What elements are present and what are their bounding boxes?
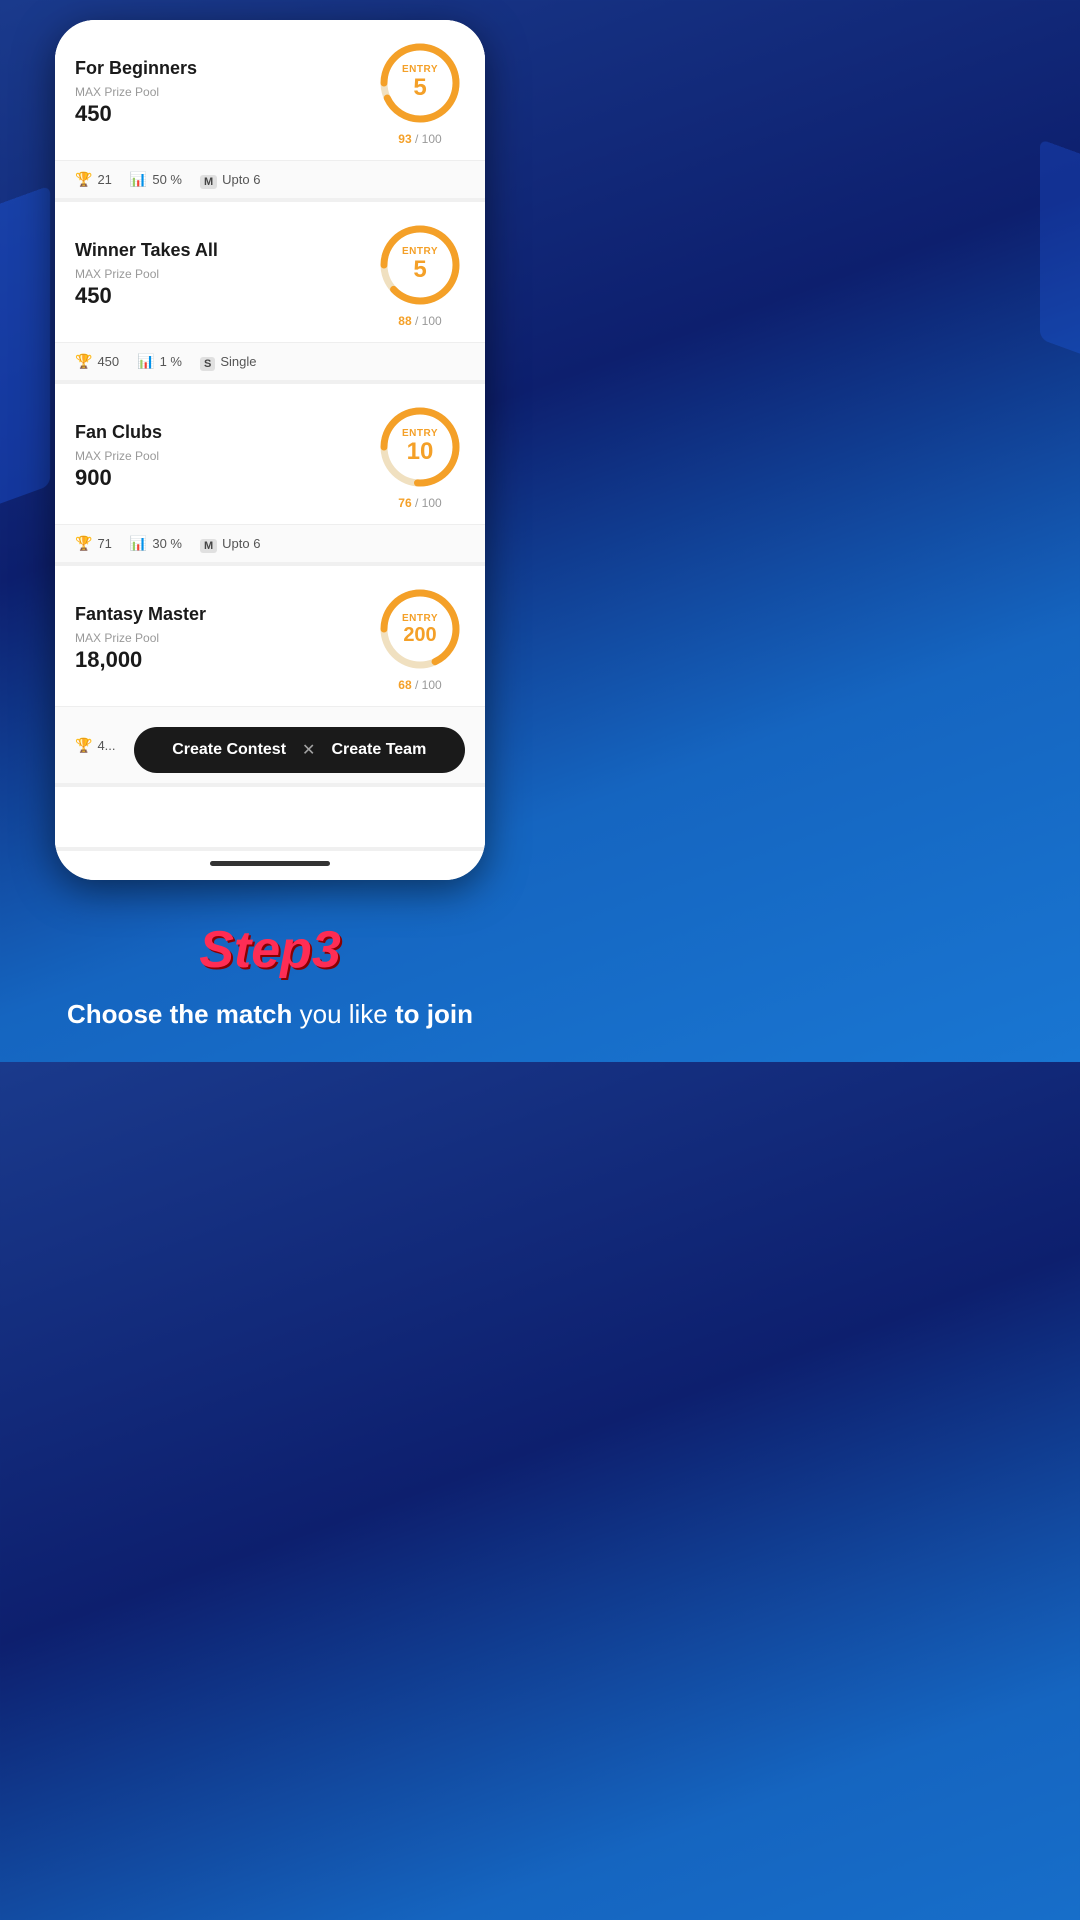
bottom-section: Step3 Choose the match you like to join <box>0 880 540 1062</box>
stat-item-bar: 📊1 % <box>137 353 182 370</box>
entry-label: Entry <box>402 613 438 624</box>
stat-item-multi: MUpto 6 <box>200 172 260 188</box>
entry-progress: 93 / 100 <box>398 132 441 146</box>
entry-circle-inner: Entry 5 <box>375 220 465 310</box>
contest-prize-value: 18,000 <box>75 647 375 673</box>
stat-item-trophy: 🏆450 <box>75 353 119 370</box>
contest-main: Fan Clubs MAX Prize Pool 900 Entry 10 <box>55 384 485 524</box>
contest-prize-label: MAX Prize Pool <box>75 267 375 281</box>
contest-main: For Beginners MAX Prize Pool 450 Entry 5 <box>55 20 485 160</box>
entry-circle-wrap: Entry 200 68 / 100 <box>375 584 465 692</box>
entry-circle: Entry 5 <box>375 38 465 128</box>
contest-prize-label: MAX Prize Pool <box>75 631 375 645</box>
contest-main: Winner Takes All MAX Prize Pool 450 Entr… <box>55 202 485 342</box>
contest-prize-label: MAX Prize Pool <box>75 85 375 99</box>
contest-footer: 🏆21 📊50 % MUpto 6 <box>55 160 485 198</box>
entry-value: 5 <box>413 257 426 283</box>
entry-circle-wrap: Entry 5 88 / 100 <box>375 220 465 328</box>
contest-card-fantasy-master[interactable]: Fantasy Master MAX Prize Pool 18,000 Ent… <box>55 566 485 783</box>
entry-circle-wrap: Entry 10 76 / 100 <box>375 402 465 510</box>
phone-frame: For Beginners MAX Prize Pool 450 Entry 5 <box>55 20 485 880</box>
entry-progress: 88 / 100 <box>398 314 441 328</box>
stat-item-bar: 📊50 % <box>130 171 182 188</box>
partial-contest-card[interactable] <box>55 787 485 847</box>
contest-name: Fantasy Master <box>75 604 375 625</box>
phone-screen: For Beginners MAX Prize Pool 450 Entry 5 <box>55 20 485 851</box>
stat-item-multi: MUpto 6 <box>200 536 260 552</box>
entry-circle: Entry 10 <box>375 402 465 492</box>
contest-info: Fan Clubs MAX Prize Pool 900 <box>75 422 375 491</box>
contest-prize-value: 450 <box>75 101 375 127</box>
contest-footer: 🏆4... Create Contest ✕ Create Team <box>55 706 485 783</box>
stat-item-bar: 📊30 % <box>130 535 182 552</box>
stat-item-single: SSingle <box>200 354 256 370</box>
entry-value: 10 <box>407 439 434 465</box>
phone-bottom-bar <box>55 851 485 880</box>
contest-prize-value: 450 <box>75 283 375 309</box>
create-team-button[interactable]: Create Team <box>331 741 426 759</box>
entry-circle-wrap: Entry 5 93 / 100 <box>375 38 465 146</box>
entry-progress: 68 / 100 <box>398 678 441 692</box>
entry-circle-inner: Entry 10 <box>375 402 465 492</box>
step-title: Step3 <box>20 920 520 980</box>
entry-circle: Entry 5 <box>375 220 465 310</box>
action-divider: ✕ <box>302 740 315 760</box>
contest-name: For Beginners <box>75 58 375 79</box>
accent-left <box>0 185 50 514</box>
contest-card-for-beginners[interactable]: For Beginners MAX Prize Pool 450 Entry 5 <box>55 20 485 198</box>
stat-item-trophy: 🏆4... <box>75 737 116 754</box>
subtitle-normal: you like <box>292 999 395 1029</box>
stat-item-trophy: 🏆71 <box>75 535 112 552</box>
subtitle-bold2: to join <box>395 999 473 1029</box>
contest-info: Winner Takes All MAX Prize Pool 450 <box>75 240 375 309</box>
contest-card-winner-takes-all[interactable]: Winner Takes All MAX Prize Pool 450 Entr… <box>55 202 485 380</box>
contest-footer: 🏆71 📊30 % MUpto 6 <box>55 524 485 562</box>
contest-card-fan-clubs[interactable]: Fan Clubs MAX Prize Pool 900 Entry 10 <box>55 384 485 562</box>
entry-circle-inner: Entry 200 <box>375 584 465 674</box>
contest-main: Fantasy Master MAX Prize Pool 18,000 Ent… <box>55 566 485 706</box>
step-subtitle: Choose the match you like to join <box>20 996 520 1032</box>
action-bar[interactable]: Create Contest ✕ Create Team <box>134 727 465 773</box>
contest-footer: 🏆450 📊1 % SSingle <box>55 342 485 380</box>
action-bar-inner: Create Contest ✕ Create Team <box>172 740 426 760</box>
accent-right <box>1040 139 1080 361</box>
contest-info: For Beginners MAX Prize Pool 450 <box>75 58 375 127</box>
entry-progress: 76 / 100 <box>398 496 441 510</box>
contest-info: Fantasy Master MAX Prize Pool 18,000 <box>75 604 375 673</box>
contest-name: Fan Clubs <box>75 422 375 443</box>
entry-value: 5 <box>413 75 426 101</box>
contest-prize-label: MAX Prize Pool <box>75 449 375 463</box>
contests-container: For Beginners MAX Prize Pool 450 Entry 5 <box>55 20 485 847</box>
contest-prize-value: 900 <box>75 465 375 491</box>
home-indicator <box>210 861 330 866</box>
contest-name: Winner Takes All <box>75 240 375 261</box>
subtitle-bold1: Choose the match <box>67 999 292 1029</box>
create-contest-button[interactable]: Create Contest <box>172 741 286 759</box>
entry-circle: Entry 200 <box>375 584 465 674</box>
entry-value: 200 <box>403 624 436 646</box>
entry-circle-inner: Entry 5 <box>375 38 465 128</box>
stat-item-trophy: 🏆21 <box>75 171 112 188</box>
